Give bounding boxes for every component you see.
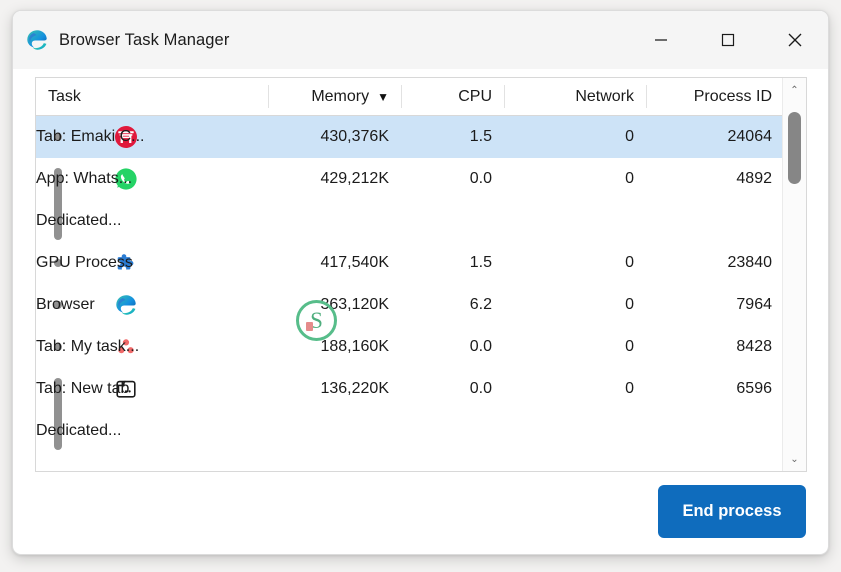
- table-row[interactable]: Dedicated...: [36, 410, 806, 452]
- table-row[interactable]: Tab: New tab 136,220K 0.0 0 6596: [36, 368, 806, 450]
- row-task-name: GPU Process: [36, 254, 133, 271]
- vertical-scrollbar[interactable]: ⌃ ⌄: [782, 78, 806, 471]
- minimize-button[interactable]: [627, 11, 694, 69]
- row-task-name: Browser: [36, 296, 95, 313]
- table-row[interactable]: Tab: My task... 188,160K 0.0 0 8428: [36, 326, 806, 368]
- row-pid-value: 7964: [736, 296, 772, 313]
- row-memory-value: 188,160K: [320, 338, 389, 355]
- table-row[interactable]: Tab: Emaki C... 430,376K 1.5 0 24064: [36, 116, 806, 158]
- edge-logo-icon: [25, 28, 49, 52]
- row-memory-value: 430,376K: [320, 128, 389, 145]
- row-cpu-value: 0.0: [469, 338, 492, 355]
- row-cpu-value: 6.2: [469, 296, 492, 313]
- row-memory-value: 363,120K: [320, 296, 389, 313]
- row-task-name: Tab: New tab: [36, 380, 130, 397]
- row-pid-value: 23840: [727, 254, 773, 271]
- table-header: Task Memory ▼ CPU Network Process ID: [36, 78, 806, 116]
- scrollbar-thumb[interactable]: [788, 112, 801, 184]
- row-network-value: 0: [625, 380, 634, 397]
- row-network-value: 0: [625, 254, 634, 271]
- row-memory-value: 136,220K: [320, 380, 389, 397]
- row-memory-value: 417,540K: [320, 254, 389, 271]
- row-pid-value: 6596: [736, 380, 772, 397]
- row-task-name: Dedicated...: [36, 422, 122, 439]
- column-header-cpu-label: CPU: [458, 87, 492, 105]
- row-pid-value: 4892: [736, 170, 772, 187]
- column-header-memory-label: Memory: [311, 87, 370, 105]
- column-header-task[interactable]: Task: [36, 78, 268, 115]
- column-header-process-id[interactable]: Process ID: [647, 78, 784, 115]
- row-task-name: Tab: Emaki C...: [36, 128, 145, 145]
- row-cpu-value: 1.5: [469, 254, 492, 271]
- column-header-process-id-label: Process ID: [693, 87, 772, 105]
- scroll-up-arrow-icon[interactable]: ⌃: [783, 78, 806, 102]
- row-cpu-value: 1.5: [469, 128, 492, 145]
- sort-descending-icon: ▼: [377, 89, 389, 104]
- row-pid-value: 24064: [727, 128, 773, 145]
- row-task-name: Dedicated...: [36, 212, 122, 229]
- row-cpu-value: 0.0: [469, 170, 492, 187]
- row-network-value: 0: [625, 338, 634, 355]
- edge-logo-icon: [114, 293, 138, 317]
- table-row[interactable]: GPU Process 417,540K 1.5 0 23840: [36, 242, 806, 284]
- row-memory-value: 429,212K: [320, 170, 389, 187]
- table-row[interactable]: Dedicated...: [36, 200, 806, 242]
- column-header-cpu[interactable]: CPU: [402, 78, 504, 115]
- row-task-name: Tab: My task...: [36, 338, 140, 355]
- row-pid-value: 8428: [736, 338, 772, 355]
- table-row[interactable]: App: Whats... 429,212K 0.0 0 4892: [36, 158, 806, 240]
- window-controls: [627, 11, 828, 69]
- row-network-value: 0: [625, 128, 634, 145]
- row-network-value: 0: [625, 296, 634, 313]
- scroll-down-arrow-icon[interactable]: ⌄: [783, 447, 806, 471]
- column-header-task-label: Task: [48, 87, 81, 105]
- close-button[interactable]: [761, 11, 828, 69]
- row-network-value: 0: [625, 170, 634, 187]
- end-process-button[interactable]: End process: [658, 485, 806, 538]
- process-list-panel: Task Memory ▼ CPU Network Process ID Tab…: [35, 77, 807, 472]
- maximize-button[interactable]: [694, 11, 761, 69]
- column-header-network-label: Network: [575, 87, 634, 105]
- column-header-network[interactable]: Network: [505, 78, 646, 115]
- titlebar-left: Browser Task Manager: [13, 28, 627, 52]
- dialog-footer: End process: [13, 472, 828, 554]
- window-titlebar: Browser Task Manager: [13, 11, 828, 69]
- task-manager-window: Browser Task Manager Task Memory ▼ CPU N…: [12, 10, 829, 555]
- row-task-name: App: Whats...: [36, 170, 133, 187]
- row-cpu-value: 0.0: [469, 380, 492, 397]
- table-body[interactable]: Tab: Emaki C... 430,376K 1.5 0 24064 App: Wha…: [36, 116, 806, 471]
- table-row[interactable]: Browser 363,120K 6.2 0 7964: [36, 284, 806, 326]
- window-title: Browser Task Manager: [59, 30, 230, 49]
- column-header-memory[interactable]: Memory ▼: [269, 78, 401, 115]
